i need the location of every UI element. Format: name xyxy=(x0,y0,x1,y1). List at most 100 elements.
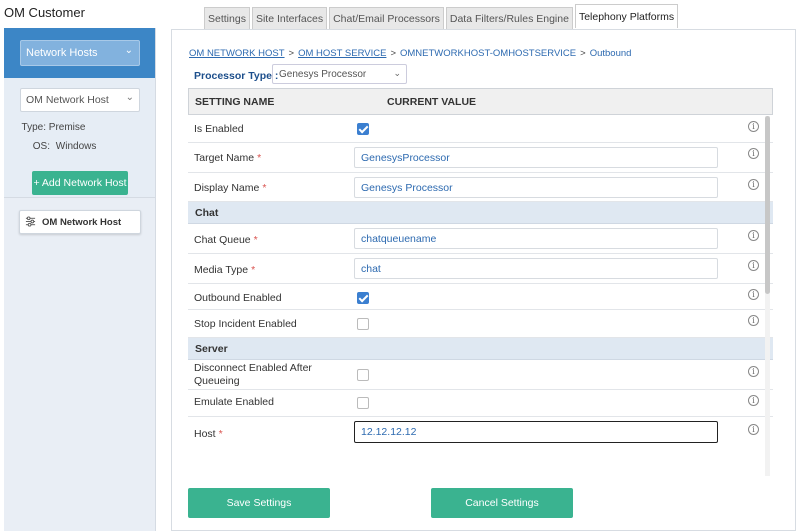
info-icon[interactable]: i xyxy=(748,179,759,190)
info-icon[interactable]: i xyxy=(748,148,759,159)
table-row: Host * 12.12.12.12 i xyxy=(188,417,773,449)
tab-bar: Settings Site Interfaces Chat/Email Proc… xyxy=(204,4,680,29)
column-setting-name: SETTING NAME xyxy=(195,96,275,108)
media-type-input[interactable]: chat xyxy=(354,258,718,279)
network-host-card[interactable]: OM Network Host xyxy=(19,210,141,234)
chevron-down-icon: ⌄ xyxy=(125,92,134,103)
setting-label-text: Media Type xyxy=(194,264,249,276)
table-row: Disconnect Enabled After Queueing i xyxy=(188,360,773,390)
setting-label: Media Type * xyxy=(194,264,255,276)
sidebar-header: Network Hosts ⌄ xyxy=(4,28,155,78)
setting-label-line: Disconnect Enabled After xyxy=(194,362,312,374)
tab-telephony-platforms[interactable]: Telephony Platforms xyxy=(574,4,679,28)
disconnect-after-queueing-checkbox[interactable] xyxy=(357,369,369,381)
info-icon[interactable]: i xyxy=(748,395,759,406)
setting-label-text: Host xyxy=(194,428,216,440)
setting-label-text: Target Name xyxy=(194,152,255,164)
setting-label-text: Display Name xyxy=(194,182,260,194)
breadcrumb-separator: > xyxy=(288,48,295,59)
setting-label: Target Name * xyxy=(194,152,261,164)
app-title: OM Customer xyxy=(4,5,85,20)
host-os-value: Windows xyxy=(55,141,97,152)
table-scrollbar[interactable] xyxy=(765,116,770,476)
processor-type-select[interactable]: Genesys Processor ⌄ xyxy=(272,64,407,84)
tab-settings[interactable]: Settings xyxy=(204,7,250,29)
section-chat: Chat xyxy=(188,202,773,224)
setting-label: Disconnect Enabled After Queueing xyxy=(194,362,312,388)
add-network-host-button[interactable]: + Add Network Host xyxy=(32,171,128,195)
host-os-label: OS: xyxy=(32,141,50,152)
host-type-label: Type: xyxy=(21,122,46,133)
setting-label: Display Name * xyxy=(194,182,266,194)
info-icon[interactable]: i xyxy=(748,289,759,300)
breadcrumb-separator: > xyxy=(390,48,396,59)
breadcrumb-om-host-service[interactable]: OM HOST SERVICE xyxy=(298,48,386,59)
column-current-value: CURRENT VALUE xyxy=(387,96,477,108)
setting-label: Emulate Enabled xyxy=(194,396,274,408)
setting-label: Outbound Enabled xyxy=(194,292,282,304)
setting-label: Is Enabled xyxy=(194,123,244,135)
scrollbar-thumb[interactable] xyxy=(765,116,770,294)
info-icon[interactable]: i xyxy=(748,260,759,271)
breadcrumb-host-service-id[interactable]: OMNETWORKHOST-OMHOSTSERVICE xyxy=(400,48,576,59)
info-icon[interactable]: i xyxy=(748,315,759,326)
table-row: Target Name * GenesysProcessor i xyxy=(188,143,773,173)
setting-label: Chat Queue * xyxy=(194,234,258,246)
processor-type-value: Genesys Processor xyxy=(279,69,367,80)
table-header: SETTING NAME CURRENT VALUE xyxy=(188,88,773,115)
required-marker: * xyxy=(253,234,258,246)
required-marker: * xyxy=(251,264,256,276)
category-select-label: Network Hosts xyxy=(26,47,98,59)
settings-table: SETTING NAME CURRENT VALUE Is Enabled i … xyxy=(188,88,773,474)
info-icon[interactable]: i xyxy=(748,230,759,241)
emulate-enabled-checkbox[interactable] xyxy=(357,397,369,409)
table-row: Display Name * Genesys Processor i xyxy=(188,173,773,202)
chevron-down-icon: ⌄ xyxy=(124,45,133,56)
host-select[interactable]: OM Network Host ⌄ xyxy=(20,88,140,112)
info-icon[interactable]: i xyxy=(748,366,759,377)
save-settings-button[interactable]: Save Settings xyxy=(188,488,330,518)
chevron-down-icon: ⌄ xyxy=(393,68,401,78)
outbound-enabled-checkbox[interactable] xyxy=(357,292,369,304)
host-input[interactable]: 12.12.12.12 xyxy=(354,421,718,443)
host-select-label: OM Network Host xyxy=(26,94,109,106)
table-row: Outbound Enabled i xyxy=(188,284,773,310)
table-row: Chat Queue * chatqueuename i xyxy=(188,224,773,254)
setting-label-line: Queueing xyxy=(194,375,240,387)
is-enabled-checkbox[interactable] xyxy=(357,123,369,135)
tab-data-filters[interactable]: Data Filters/Rules Engine xyxy=(445,7,573,29)
network-host-card-label: OM Network Host xyxy=(42,217,122,228)
display-name-input[interactable]: Genesys Processor xyxy=(354,177,718,198)
section-server: Server xyxy=(188,338,773,360)
tab-chat-email-processors[interactable]: Chat/Email Processors xyxy=(329,7,444,29)
table-row: Media Type * chat i xyxy=(188,254,773,284)
required-marker: * xyxy=(218,428,223,440)
required-marker: * xyxy=(262,182,267,194)
setting-label-text: Chat Queue xyxy=(194,234,251,246)
target-name-input[interactable]: GenesysProcessor xyxy=(354,147,718,168)
setting-label: Host * xyxy=(194,428,223,440)
cancel-settings-button[interactable]: Cancel Settings xyxy=(431,488,573,518)
info-icon[interactable]: i xyxy=(748,424,759,435)
breadcrumb-om-network-host[interactable]: OM NETWORK HOST xyxy=(189,48,285,59)
host-type-value: Premise xyxy=(48,122,86,133)
breadcrumb-separator: > xyxy=(580,48,586,59)
table-row: Stop Incident Enabled i xyxy=(188,310,773,338)
host-os: OS: Windows xyxy=(20,141,139,152)
breadcrumb: OM NETWORK HOST > OM HOST SERVICE > OMNETWOR… xyxy=(189,48,631,59)
setting-label: Stop Incident Enabled xyxy=(194,318,297,330)
host-type: Type: Premise xyxy=(20,122,139,133)
chat-queue-input[interactable]: chatqueuename xyxy=(354,228,718,249)
main-panel: OM NETWORK HOST > OM HOST SERVICE > OMNETWOR… xyxy=(171,29,796,531)
stop-incident-checkbox[interactable] xyxy=(357,318,369,330)
table-row: Emulate Enabled i xyxy=(188,390,773,417)
tab-site-interfaces[interactable]: Site Interfaces xyxy=(251,7,328,29)
info-icon[interactable]: i xyxy=(748,121,759,132)
required-marker: * xyxy=(257,152,262,164)
table-row: Is Enabled i xyxy=(188,115,773,143)
category-select[interactable]: Network Hosts ⌄ xyxy=(20,40,140,66)
sliders-icon xyxy=(25,216,36,227)
processor-type-label: Processor Type : xyxy=(194,70,279,82)
sidebar: Network Hosts ⌄ OM Network Host ⌄ Type: … xyxy=(4,28,156,531)
breadcrumb-outbound: Outbound xyxy=(589,48,632,59)
